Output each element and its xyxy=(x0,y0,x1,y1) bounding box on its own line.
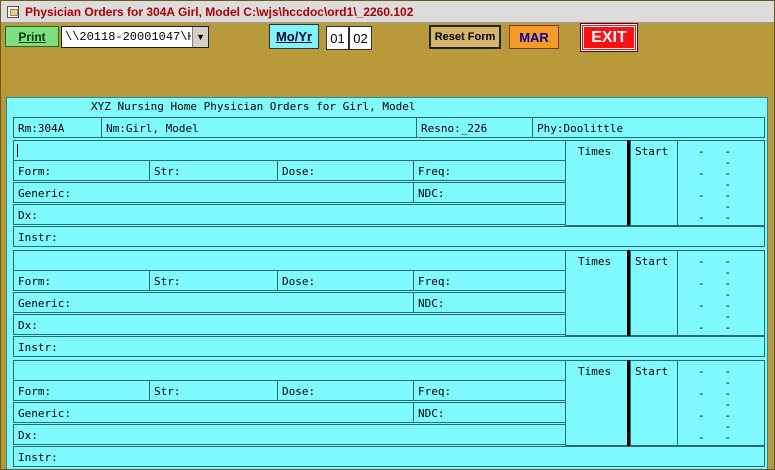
order-3-generic-field[interactable]: Generic: xyxy=(13,402,414,423)
instructions-label: Instr: xyxy=(18,451,58,464)
dx-label: Dx: xyxy=(18,319,38,332)
order-3-form-field[interactable]: Form: xyxy=(13,380,150,401)
order-3-strength-field[interactable]: Str: xyxy=(149,380,278,401)
form-label: Form: xyxy=(18,165,52,178)
instructions-label: Instr: xyxy=(18,231,58,244)
order-2-medication-field[interactable] xyxy=(13,250,566,271)
order-1-generic-field[interactable]: Generic: xyxy=(13,182,414,203)
title-bar: Physician Orders for 304A Girl, Model C:… xyxy=(1,1,774,23)
order-1-dose-field[interactable]: Dose: xyxy=(277,160,414,181)
physician-orders-form: XYZ Nursing Home Physician Orders for Gi… xyxy=(6,97,768,469)
room-label: Rm:304A xyxy=(18,122,65,135)
app-icon xyxy=(7,6,19,18)
ndc-label: NDC: xyxy=(418,407,445,420)
dose-label: Dose: xyxy=(282,165,316,178)
printer-path-select[interactable]: \\20118-20001047\H ▼ xyxy=(61,26,209,48)
app-window: Physician Orders for 304A Girl, Model C:… xyxy=(0,0,775,470)
name-cell: Nm:Girl, Model xyxy=(101,117,417,138)
order-3-instructions-field[interactable]: Instr: xyxy=(13,446,765,467)
times-label: Times xyxy=(578,145,612,158)
dx-label: Dx: xyxy=(18,429,38,442)
order-1-ndc-field[interactable]: NDC: xyxy=(413,182,566,203)
resno-label: Resno:_226 xyxy=(421,122,488,135)
order-3-frequency-field[interactable]: Freq: xyxy=(413,380,566,401)
start-label: Start xyxy=(635,255,669,268)
order-1-date-grid: - - - - - - - - - - - xyxy=(677,140,765,226)
room-cell: Rm:304A xyxy=(13,117,102,138)
strength-label: Str: xyxy=(154,165,181,178)
order-2-date-slots: - - - - - - - - - - - xyxy=(698,255,732,334)
generic-label: Generic: xyxy=(18,297,71,310)
toolbar: Print \\20118-20001047\H ▼ Mo/Yr 01 02 R… xyxy=(1,23,774,95)
generic-label: Generic: xyxy=(18,407,71,420)
order-1-form-field[interactable]: Form: xyxy=(13,160,150,181)
dose-label: Dose: xyxy=(282,385,316,398)
frequency-label: Freq: xyxy=(418,165,452,178)
print-button[interactable]: Print xyxy=(5,26,59,47)
order-1-instructions-field[interactable]: Instr: xyxy=(13,226,765,247)
text-cursor xyxy=(17,144,18,157)
order-2-generic-field[interactable]: Generic: xyxy=(13,292,414,313)
generic-label: Generic: xyxy=(18,187,71,200)
times-label: Times xyxy=(578,255,612,268)
printer-path-value: \\20118-20001047\H xyxy=(65,30,191,44)
dose-label: Dose: xyxy=(282,275,316,288)
order-1-dx-field[interactable]: Dx: xyxy=(13,204,566,225)
order-3-medication-field[interactable] xyxy=(13,360,566,381)
order-1-times-field[interactable]: Times xyxy=(565,140,628,226)
instructions-label: Instr: xyxy=(18,341,58,354)
frequency-label: Freq: xyxy=(418,275,452,288)
order-3-start-field[interactable]: Start xyxy=(630,360,678,446)
start-label: Start xyxy=(635,145,669,158)
resno-cell: Resno:_226 xyxy=(416,117,533,138)
order-3-date-slots: - - - - - - - - - - - xyxy=(698,365,732,444)
order-1-frequency-field[interactable]: Freq: xyxy=(413,160,566,181)
form-label: Form: xyxy=(18,275,52,288)
order-2-form-field[interactable]: Form: xyxy=(13,270,150,291)
reset-form-button[interactable]: Reset Form xyxy=(429,25,501,49)
strength-label: Str: xyxy=(154,385,181,398)
dropdown-arrow-icon[interactable]: ▼ xyxy=(192,27,208,47)
form-heading: XYZ Nursing Home Physician Orders for Gi… xyxy=(91,100,416,113)
order-2-dx-field[interactable]: Dx: xyxy=(13,314,566,335)
order-2-dose-field[interactable]: Dose: xyxy=(277,270,414,291)
order-1-date-slots: - - - - - - - - - - - xyxy=(698,145,732,224)
times-label: Times xyxy=(578,365,612,378)
dx-label: Dx: xyxy=(18,209,38,222)
order-2-ndc-field[interactable]: NDC: xyxy=(413,292,566,313)
physician-cell: Phy:Doolittle xyxy=(532,117,765,138)
mo-yr-button[interactable]: Mo/Yr xyxy=(269,24,319,49)
order-1-start-field[interactable]: Start xyxy=(630,140,678,226)
order-3-ndc-field[interactable]: NDC: xyxy=(413,402,566,423)
mar-button[interactable]: MAR xyxy=(509,25,559,49)
order-2-times-field[interactable]: Times xyxy=(565,250,628,336)
order-1-medication-field[interactable] xyxy=(13,140,566,161)
form-label: Form: xyxy=(18,385,52,398)
order-2-instructions-field[interactable]: Instr: xyxy=(13,336,765,357)
start-label: Start xyxy=(635,365,669,378)
order-3-dx-field[interactable]: Dx: xyxy=(13,424,566,445)
window-title: Physician Orders for 304A Girl, Model C:… xyxy=(25,5,414,19)
order-2-frequency-field[interactable]: Freq: xyxy=(413,270,566,291)
exit-button[interactable]: EXIT xyxy=(580,23,638,52)
physician-label: Phy:Doolittle xyxy=(537,122,624,135)
order-2-start-field[interactable]: Start xyxy=(630,250,678,336)
strength-label: Str: xyxy=(154,275,181,288)
order-1-strength-field[interactable]: Str: xyxy=(149,160,278,181)
order-3-date-grid: - - - - - - - - - - - xyxy=(677,360,765,446)
ndc-label: NDC: xyxy=(418,187,445,200)
order-2-date-grid: - - - - - - - - - - - xyxy=(677,250,765,336)
order-2-strength-field[interactable]: Str: xyxy=(149,270,278,291)
month-field[interactable]: 01 xyxy=(326,26,349,50)
name-label: Nm:Girl, Model xyxy=(106,122,199,135)
order-3-dose-field[interactable]: Dose: xyxy=(277,380,414,401)
frequency-label: Freq: xyxy=(418,385,452,398)
ndc-label: NDC: xyxy=(418,297,445,310)
year-field[interactable]: 02 xyxy=(349,26,372,50)
order-3-times-field[interactable]: Times xyxy=(565,360,628,446)
